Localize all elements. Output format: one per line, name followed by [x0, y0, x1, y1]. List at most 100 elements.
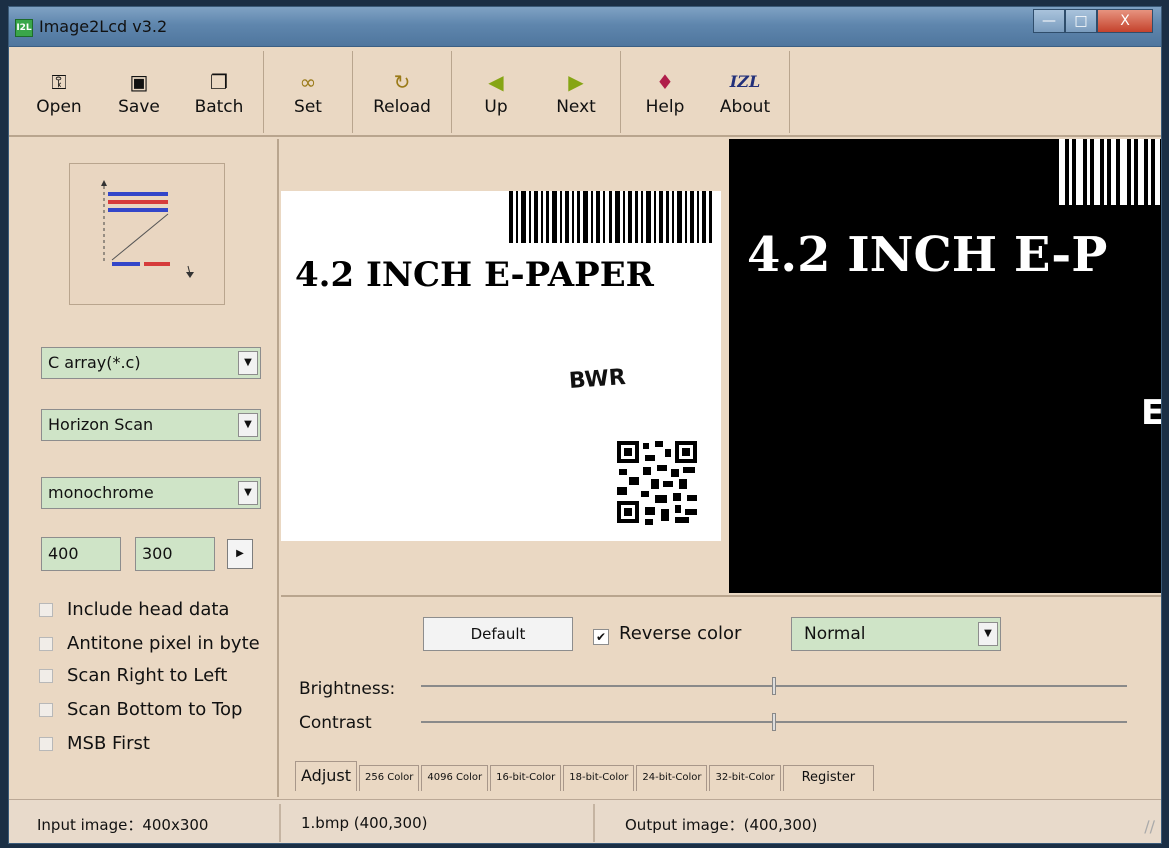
about-label: About: [719, 97, 771, 117]
output-heading-text: 4.2 INCH E-P: [747, 227, 1108, 283]
chevron-down-icon[interactable]: ▼: [238, 481, 258, 505]
open-button[interactable]: ⚿ Open: [19, 51, 99, 133]
check-icon: ✔: [595, 630, 607, 644]
batch-icon: ❐: [210, 70, 228, 94]
toolbar-group-reload: ↻ Reload: [357, 51, 452, 133]
batch-label: Batch: [194, 97, 244, 117]
tab-24-bit-color[interactable]: 24-bit-Color: [636, 765, 708, 791]
tab-256-color[interactable]: 256 Color: [359, 765, 420, 791]
up-label: Up: [484, 97, 508, 117]
resize-grip-icon[interactable]: ∕∕: [1131, 817, 1155, 841]
checkbox-label: Scan Right to Left: [67, 665, 228, 686]
set-button[interactable]: ∞ Set: [268, 51, 348, 133]
brightness-slider-thumb[interactable]: [772, 677, 776, 695]
tab-32-bit-color[interactable]: 32-bit-Color: [709, 765, 781, 791]
help-label: Help: [645, 97, 685, 117]
chevron-down-icon[interactable]: ▼: [238, 413, 258, 437]
contrast-slider-thumb[interactable]: [772, 713, 776, 731]
tab-bar: Adjust 256 Color 4096 Color 16-bit-Color…: [295, 761, 876, 791]
reverse-color-label: Reverse color: [619, 623, 742, 644]
up-button[interactable]: ◀ Up: [456, 51, 536, 133]
chevron-down-icon[interactable]: ▼: [238, 351, 258, 375]
checkbox-box[interactable]: [39, 602, 53, 617]
help-button[interactable]: ♦ Help: [625, 51, 705, 133]
window-title: Image2Lcd v3.2: [39, 17, 168, 36]
save-button[interactable]: ▣ Save: [99, 51, 179, 133]
status-divider: [593, 804, 595, 842]
next-label: Next: [556, 97, 596, 117]
close-button[interactable]: X: [1097, 9, 1153, 33]
reload-label: Reload: [373, 97, 431, 117]
scan-right-to-left-checkbox[interactable]: Scan Right to Left: [39, 665, 227, 686]
toolbar-group-help: ♦ Help IZL About: [625, 51, 790, 133]
glasses-icon: ∞: [299, 70, 317, 94]
scan-bottom-to-top-checkbox[interactable]: Scan Bottom to Top: [39, 699, 242, 720]
output-sub-text: E: [1141, 393, 1162, 433]
tab-register[interactable]: Register: [782, 765, 875, 791]
tab-adjust[interactable]: Adjust: [295, 761, 358, 791]
checkbox-box[interactable]: [39, 736, 53, 751]
apply-size-button[interactable]: ▶: [227, 539, 253, 569]
toolbar-group-nav: ◀ Up ▶ Next: [456, 51, 621, 133]
toolbar-group-file: ⚿ Open ▣ Save ❐ Batch: [19, 51, 264, 133]
default-button[interactable]: Default: [423, 617, 573, 651]
arrow-right-icon: ▶: [568, 70, 584, 94]
checkbox-box[interactable]: [39, 636, 53, 651]
arrow-left-icon: ◀: [488, 70, 504, 94]
next-button[interactable]: ▶ Next: [536, 51, 616, 133]
output-image-preview: 4.2 INCH E-P E: [729, 139, 1162, 593]
adjust-panel: Default ✔ Reverse color Normal ▼ Brightn…: [281, 599, 1161, 797]
tab-4096-color[interactable]: 4096 Color: [421, 765, 489, 791]
checkbox-label: Antitone pixel in byte: [67, 633, 260, 654]
play-icon: ▶: [236, 548, 244, 559]
contrast-label: Contrast: [299, 713, 372, 733]
app-icon: I2L: [15, 19, 33, 37]
barcode-inverted-image: [1059, 139, 1160, 205]
brightness-label: Brightness:: [299, 679, 396, 699]
title-bar[interactable]: I2L Image2Lcd v3.2 — □ X: [9, 7, 1161, 47]
checkbox-box[interactable]: [39, 702, 53, 717]
checkbox-label: Scan Bottom to Top: [67, 699, 243, 720]
mode-select[interactable]: Normal ▼: [791, 617, 1001, 651]
reverse-color-checkbox[interactable]: ✔: [593, 629, 609, 645]
antitone-pixel-checkbox[interactable]: Antitone pixel in byte: [39, 633, 260, 654]
window-controls: — □ X: [1033, 9, 1153, 33]
open-icon: ⚿: [51, 70, 67, 94]
scan-direction-icon: [101, 180, 194, 278]
height-input[interactable]: 300: [135, 537, 215, 571]
width-input[interactable]: 400: [41, 537, 121, 571]
scan-mode-select[interactable]: Horizon Scan ▼: [41, 409, 261, 441]
output-type-select[interactable]: C array(*.c) ▼: [41, 347, 261, 379]
set-label: Set: [294, 97, 322, 117]
save-icon: ▣: [129, 70, 149, 94]
status-divider: [279, 804, 281, 842]
mode-select-value: Normal: [804, 624, 866, 644]
qr-code-image: [615, 439, 699, 527]
checkbox-box[interactable]: [39, 668, 53, 683]
status-file: 1.bmp (400,300): [301, 814, 428, 832]
color-mode-select[interactable]: monochrome ▼: [41, 477, 261, 509]
about-button[interactable]: IZL About: [705, 51, 785, 133]
msb-first-checkbox[interactable]: MSB First: [39, 733, 150, 754]
bwr-text: BWR: [568, 365, 627, 394]
status-input-image: Input image：400x300: [37, 816, 209, 834]
include-head-data-checkbox[interactable]: Include head data: [39, 599, 229, 620]
save-label: Save: [118, 97, 160, 117]
tab-16-bit-color[interactable]: 16-bit-Color: [490, 765, 562, 791]
batch-button[interactable]: ❐ Batch: [179, 51, 259, 133]
minimize-button[interactable]: —: [1033, 9, 1065, 33]
scan-mode-value: Horizon Scan: [48, 415, 154, 434]
help-icon: ♦: [656, 70, 674, 94]
status-bar: Input image：400x300 1.bmp (400,300) Outp…: [9, 799, 1161, 843]
reload-button[interactable]: ↻ Reload: [357, 51, 447, 133]
input-heading-text: 4.2 INCH E-PAPER: [295, 255, 654, 295]
maximize-button[interactable]: □: [1065, 9, 1097, 33]
toolbar-group-set: ∞ Set: [268, 51, 353, 133]
checkbox-label: MSB First: [67, 733, 150, 754]
toolbar: ⚿ Open ▣ Save ❐ Batch ∞ Set ↻ Reload ◀ U…: [9, 47, 1161, 137]
tab-18-bit-color[interactable]: 18-bit-Color: [563, 765, 635, 791]
input-image-preview: 4.2 INCH E-PAPER BWR: [281, 191, 721, 541]
image-preview-area: 4.2 INCH E-PAPER BWR 4.2 INCH E-P E: [281, 139, 1162, 597]
scan-direction-diagram: [69, 163, 225, 305]
chevron-down-icon[interactable]: ▼: [978, 622, 998, 646]
